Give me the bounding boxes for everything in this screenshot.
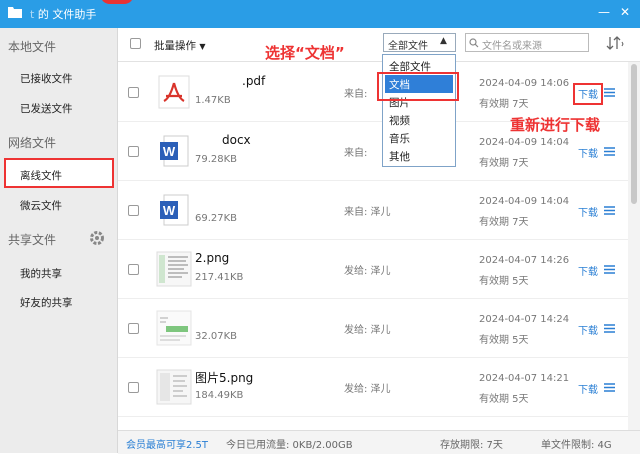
status-bar: 会员最高可享2.5T 今日已用流量: 0KB/2.00GB 存放期限: 7天 单… xyxy=(118,430,640,454)
file-validity: 有效期 5天 xyxy=(479,276,529,287)
search-placeholder: 文件名或来源 xyxy=(482,41,542,52)
file-source: 来自: xyxy=(344,148,368,159)
select-all-checkbox[interactable] xyxy=(130,38,141,49)
sidebar-item-my-share[interactable]: 我的共享 xyxy=(20,266,62,281)
sidebar-item-friend-share[interactable]: 好友的共享 xyxy=(20,295,73,310)
folder-icon xyxy=(8,7,22,18)
vip-link[interactable]: 会员最高可享2.5T xyxy=(126,436,208,451)
sidebar-item-weiyun[interactable]: 微云文件 xyxy=(20,198,62,213)
title-bar: t 的 文件助手 — ✕ xyxy=(0,0,640,28)
bulk-actions-button[interactable]: 批量操作 ▼ xyxy=(154,38,206,53)
file-size: 217.41KB xyxy=(195,272,244,283)
row-checkbox[interactable] xyxy=(128,382,139,393)
sidebar: 本地文件 已接收文件 已发送文件 网络文件 离线文件 微云文件 共享文件 我的共… xyxy=(0,28,118,453)
more-menu-icon[interactable] xyxy=(604,324,615,333)
toolbar: 批量操作 ▼ 全部文件 ▲ 文件名或来源 xyxy=(118,28,640,62)
svg-text:W: W xyxy=(163,203,176,218)
file-date: 2024-04-07 14:21 xyxy=(479,373,570,384)
file-validity: 有效期 7天 xyxy=(479,99,529,110)
annotation-select-doc: 选择“文档” xyxy=(265,44,345,62)
caret-up-icon: ▲ xyxy=(440,36,447,46)
file-validity: 有效期 5天 xyxy=(479,394,529,405)
sidebar-item-sent[interactable]: 已发送文件 xyxy=(20,101,73,116)
file-size: 184.49KB xyxy=(195,390,244,401)
file-row[interactable]: 图片5.png 184.49KB 发给: 泽儿 2024-04-07 14:21… xyxy=(118,357,628,417)
image-thumbnail xyxy=(156,369,192,405)
more-menu-icon[interactable] xyxy=(604,265,615,274)
file-validity: 有效期 5天 xyxy=(479,335,529,346)
image-thumbnail xyxy=(156,251,192,287)
file-type-dropdown: 全部文件 文档 图片 视频 音乐 其他 xyxy=(382,54,456,167)
file-row[interactable]: 2.png 217.41KB 发给: 泽儿 2024-04-07 14:26 有… xyxy=(118,239,628,299)
file-name: 2.png xyxy=(195,251,230,265)
file-size: 79.28KB xyxy=(195,154,238,165)
dropdown-option-music[interactable]: 音乐 xyxy=(389,131,410,146)
row-checkbox[interactable] xyxy=(128,323,139,334)
pdf-file-icon xyxy=(158,75,190,109)
file-date: 2024-04-09 14:04 xyxy=(479,137,570,148)
dropdown-option-video[interactable]: 视频 xyxy=(389,113,410,128)
dropdown-option-other[interactable]: 其他 xyxy=(389,149,410,164)
sidebar-item-received[interactable]: 已接收文件 xyxy=(20,71,73,86)
close-button[interactable]: ✕ xyxy=(620,5,630,19)
storage-period: 存放期限: 7天 xyxy=(440,440,503,451)
file-validity: 有效期 7天 xyxy=(479,158,529,169)
download-link[interactable]: 下载 xyxy=(578,263,598,278)
file-date: 2024-04-09 14:06 xyxy=(479,78,570,89)
section-network-files: 网络文件 xyxy=(8,136,57,150)
file-type-select[interactable]: 全部文件 ▲ xyxy=(383,33,456,52)
sort-icon[interactable] xyxy=(606,36,624,50)
file-date: 2024-04-07 14:26 xyxy=(479,255,570,266)
download-link[interactable]: 下载 xyxy=(578,381,598,396)
more-menu-icon[interactable] xyxy=(604,206,615,215)
more-menu-icon[interactable] xyxy=(604,147,615,156)
file-size: 1.47KB xyxy=(195,95,231,106)
image-thumbnail xyxy=(156,310,192,346)
row-checkbox[interactable] xyxy=(128,264,139,275)
file-source: 发给: 泽儿 xyxy=(344,325,391,336)
file-size: 69.27KB xyxy=(195,213,238,224)
file-row[interactable]: W 69.27KB 来自: 泽儿 2024-04-09 14:04 有效期 7天… xyxy=(118,180,628,240)
word-file-icon: W xyxy=(160,135,189,167)
gear-icon[interactable] xyxy=(89,230,105,246)
doc-option-highlight xyxy=(377,72,459,101)
file-source: 来自: xyxy=(344,89,368,100)
file-validity: 有效期 7天 xyxy=(479,217,529,228)
search-icon xyxy=(469,38,479,48)
download-link[interactable]: 下载 xyxy=(578,322,598,337)
minimize-button[interactable]: — xyxy=(598,5,610,19)
search-field[interactable]: 文件名或来源 xyxy=(465,33,589,52)
download-link[interactable]: 下载 xyxy=(578,145,598,160)
download-link[interactable]: 下载 xyxy=(578,86,598,101)
sidebar-item-offline[interactable]: 离线文件 xyxy=(20,168,62,183)
more-menu-icon[interactable] xyxy=(604,383,615,392)
more-menu-icon[interactable] xyxy=(604,88,615,97)
file-source: 来自: 泽儿 xyxy=(344,207,391,218)
annotation-redownload: 重新进行下载 xyxy=(510,116,601,134)
file-name: 图片5.png xyxy=(195,371,254,385)
traffic-usage: 今日已用流量: 0KB/2.00GB xyxy=(226,440,353,451)
file-row[interactable]: .pdf 1.47KB 来自: 2024-04-09 14:06 有效期 7天 … xyxy=(118,62,628,122)
file-size-limit: 单文件限制: 4G xyxy=(541,440,612,451)
scrollbar-thumb[interactable] xyxy=(631,64,637,204)
file-row[interactable]: 32.07KB 发给: 泽儿 2024-04-07 14:24 有效期 5天 下… xyxy=(118,298,628,358)
file-size: 32.07KB xyxy=(195,331,238,342)
row-checkbox[interactable] xyxy=(128,205,139,216)
row-checkbox[interactable] xyxy=(128,87,139,98)
scrollbar[interactable] xyxy=(628,62,640,430)
row-checkbox[interactable] xyxy=(128,146,139,157)
word-file-icon: W xyxy=(160,194,189,226)
file-name: docx xyxy=(222,133,251,147)
section-shared-files: 共享文件 xyxy=(8,233,57,247)
caret-down-icon: ▼ xyxy=(199,42,206,51)
section-local-files: 本地文件 xyxy=(8,40,57,54)
file-source: 发给: 泽儿 xyxy=(344,266,391,277)
file-date: 2024-04-09 14:04 xyxy=(479,196,570,207)
file-date: 2024-04-07 14:24 xyxy=(479,314,570,325)
svg-text:W: W xyxy=(163,144,176,159)
download-link[interactable]: 下载 xyxy=(578,204,598,219)
window-title: t 的 文件助手 xyxy=(30,8,97,21)
file-name: .pdf xyxy=(242,74,266,88)
file-source: 发给: 泽儿 xyxy=(344,384,391,395)
